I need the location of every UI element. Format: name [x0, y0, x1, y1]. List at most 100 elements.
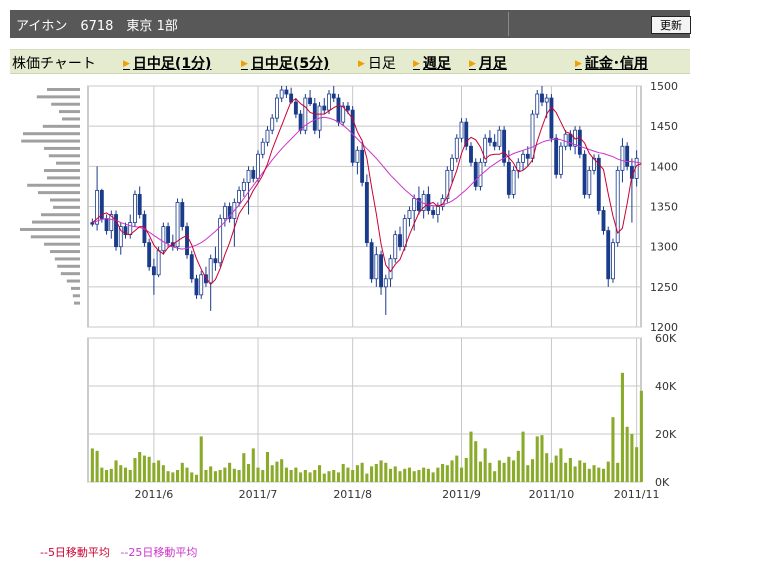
x-tick-label: 2011/11: [614, 488, 660, 501]
candle-body: [558, 145, 563, 175]
candle-body: [388, 258, 393, 280]
candle-body: [237, 190, 242, 203]
candle-body: [90, 222, 95, 225]
candle-body: [293, 101, 298, 115]
candle-body: [194, 278, 199, 296]
volume-profile-bar: [56, 161, 80, 165]
candle-body: [189, 254, 194, 280]
volume-bar: [213, 471, 217, 482]
volume-profile-bar: [50, 198, 80, 202]
candle-body: [161, 226, 166, 252]
volume-bar: [360, 462, 364, 482]
volume-bar: [284, 467, 288, 482]
volume-bar: [346, 467, 350, 482]
volume-profile-bar: [54, 257, 80, 261]
volume-bar: [639, 390, 643, 482]
candle-body: [279, 89, 284, 99]
candle-body: [596, 157, 601, 211]
candle-body: [393, 234, 398, 260]
volume-bar: [436, 467, 440, 482]
volume-bar: [606, 461, 610, 482]
candle-body: [554, 137, 559, 175]
volume-bar: [426, 468, 430, 482]
volume-bar: [516, 450, 520, 482]
volume-bar: [630, 434, 634, 482]
volume-bar: [469, 431, 473, 482]
volume-bar: [592, 465, 596, 482]
volume-profile-bar: [32, 220, 80, 224]
x-tick-label: 2011/8: [333, 488, 372, 501]
volume-bar: [512, 460, 516, 482]
candle-body: [506, 161, 511, 195]
volume-bar: [95, 450, 99, 482]
volume-bar: [559, 448, 563, 482]
candle-body: [563, 133, 568, 147]
volume-bar: [573, 466, 577, 482]
candle-body: [345, 105, 350, 111]
volume-bar: [171, 472, 175, 482]
volume-profile-bar: [44, 146, 80, 150]
x-tick-label: 2011/10: [529, 488, 575, 501]
volume-profile-bar: [27, 183, 80, 187]
volume-bar: [370, 466, 374, 482]
candle-body: [260, 141, 265, 155]
volume-bar: [190, 472, 194, 482]
candle-body: [398, 234, 402, 248]
candle-body: [265, 129, 270, 143]
price-tick-label: 1250: [650, 281, 678, 294]
volume-bar: [109, 468, 113, 482]
volume-bar: [374, 464, 378, 482]
candle-body: [222, 206, 227, 219]
volume-bar: [530, 459, 535, 482]
volume-profile-bar: [57, 264, 80, 268]
volume-bar: [223, 467, 227, 482]
candle-body: [459, 121, 464, 139]
volume-bar: [398, 471, 402, 482]
volume-profile-bar: [47, 176, 80, 180]
price-tick-label: 1500: [650, 80, 678, 93]
volume-bar: [412, 471, 416, 482]
volume-bar: [265, 452, 270, 482]
volume-bar: [251, 448, 255, 482]
candle-body: [544, 97, 549, 103]
candle-body: [511, 169, 516, 195]
volume-bar: [280, 459, 284, 482]
candle-body: [492, 141, 497, 147]
volume-tick-label: 20K: [655, 428, 677, 441]
candle-body: [355, 149, 360, 163]
volume-bar: [147, 456, 151, 482]
volume-bar: [568, 458, 572, 482]
candle-body: [137, 194, 142, 215]
volume-bar: [218, 470, 222, 482]
volume-bar: [384, 462, 388, 482]
candle-body: [360, 149, 365, 183]
candle-body: [128, 222, 133, 236]
volume-bar: [554, 455, 558, 482]
x-tick-label: 2011/6: [135, 488, 174, 501]
candle-body: [383, 278, 388, 288]
stock-chart: 150014501400135013001250120060K40K20K0K2…: [20, 80, 678, 501]
volume-bar: [341, 464, 345, 482]
candle-body: [180, 202, 185, 227]
candle-body: [185, 226, 189, 256]
volume-profile-bar: [47, 88, 80, 91]
candle-body: [402, 218, 407, 248]
volume-tick-label: 60K: [655, 332, 677, 345]
candle-body: [275, 97, 279, 119]
volume-bar: [493, 471, 497, 482]
candle-body: [620, 145, 625, 171]
candle-body: [241, 181, 246, 191]
volume-bar: [242, 453, 246, 482]
candle-body: [582, 153, 587, 195]
volume-bar: [488, 462, 492, 482]
volume-bar: [275, 461, 279, 482]
volume-bar: [128, 470, 132, 482]
volume-bar: [407, 467, 411, 482]
volume-bar: [616, 462, 620, 482]
volume-bar: [587, 468, 591, 482]
volume-bar: [318, 465, 322, 482]
volume-bar: [535, 436, 539, 482]
legend-ma25: --25日移動平均: [120, 546, 198, 559]
volume-bar: [194, 474, 199, 482]
volume-bar: [483, 448, 487, 482]
